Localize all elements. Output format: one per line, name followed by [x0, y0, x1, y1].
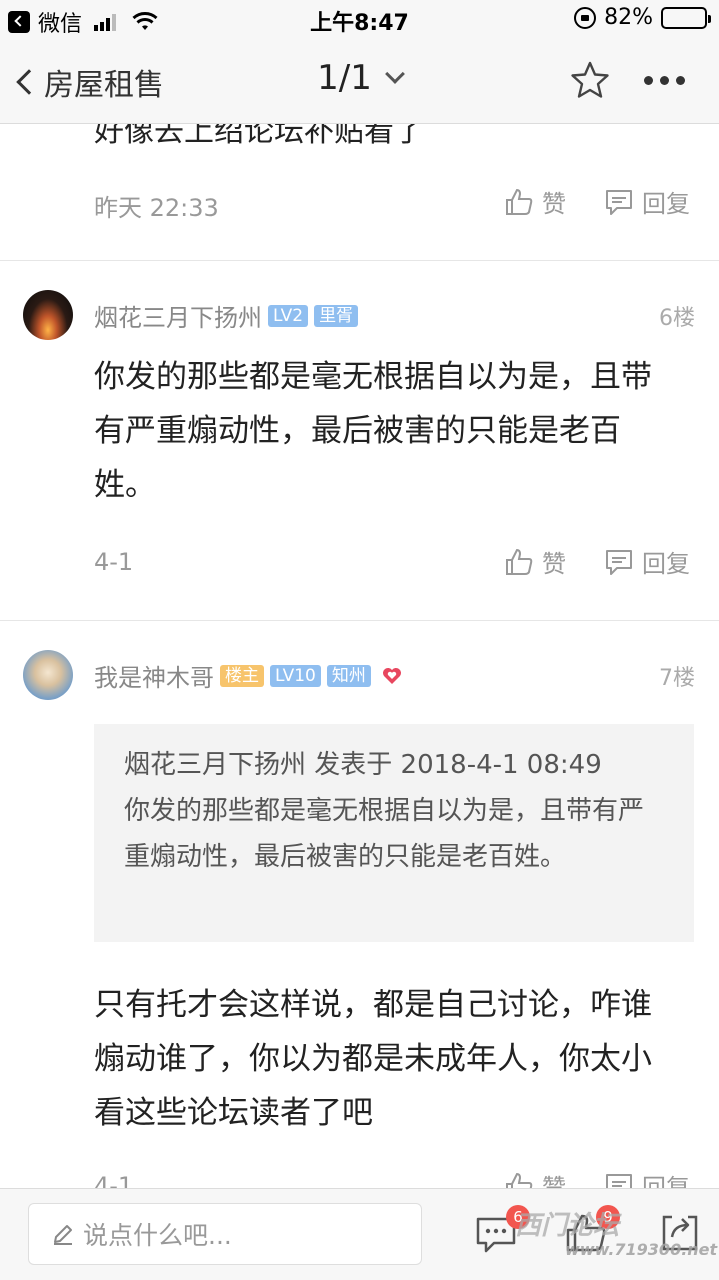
favorite-star-icon[interactable] [570, 60, 610, 100]
like-button[interactable]: 赞 [504, 184, 566, 219]
post-time: 昨天 22:33 [94, 194, 219, 222]
comment-placeholder: 说点什么吧... [83, 1221, 232, 1250]
reply-label: 回复 [642, 1174, 690, 1188]
battery-percent: 82% [604, 5, 653, 30]
quoted-post[interactable]: 烟花三月下扬州 发表于 2018-4-1 08:49 你发的那些都是毫无根据自以… [94, 724, 694, 942]
username[interactable]: 烟花三月下扬州 [94, 298, 262, 333]
level-badge: LV2 [268, 304, 309, 327]
reply-button[interactable]: 回复 [604, 544, 690, 579]
more-options-icon[interactable] [644, 76, 685, 85]
thumbs-up-icon [506, 548, 533, 575]
post-floor-6: 烟花三月下扬州 LV2 里胥 6楼 你发的那些都是毫无根据自以为是，且带有严重煽… [0, 260, 719, 620]
comments-button[interactable]: 6 [474, 1205, 530, 1255]
previous-post-meta: 昨天 22:33 赞 回复 [94, 184, 694, 224]
post-time: 4-1 [94, 548, 134, 576]
heart-icon [382, 667, 401, 684]
chevron-down-icon [384, 64, 405, 84]
watermark-url: www.719300.net [565, 1240, 718, 1259]
post-meta: 4-1 赞 回复 [94, 544, 694, 584]
like-label: 赞 [542, 190, 566, 218]
avatar[interactable] [23, 650, 73, 700]
reply-button[interactable]: 回复 [604, 1168, 690, 1188]
post-time: 4-1 [94, 1172, 134, 1188]
watermark-text: 西门论坛 [515, 1211, 620, 1241]
rank-badge: 知州 [326, 664, 371, 687]
pencil-icon [54, 1225, 72, 1245]
like-button[interactable]: 赞 [504, 1168, 566, 1188]
post-body: 你发的那些都是毫无根据自以为是，且带有严重煽动性，最后被害的只能是老百姓。 [94, 359, 652, 503]
rotation-lock-icon [574, 6, 597, 29]
comment-input[interactable]: 说点什么吧... [28, 1203, 422, 1265]
post-floor-7: 我是神木哥 楼主 LV10 知州 7楼 烟花三月下扬州 发表于 2018-4-1… [0, 620, 719, 1188]
floor-number: 7楼 [659, 666, 695, 691]
level-badge: LV10 [270, 664, 321, 687]
battery-icon [661, 6, 711, 29]
reply-label: 回复 [642, 190, 690, 218]
thumbs-up-icon [506, 1172, 533, 1188]
status-bar: 微信 上午8:47 82% [0, 0, 719, 40]
rank-badge: 里胥 [314, 304, 359, 327]
comment-icon [606, 189, 632, 215]
avatar[interactable] [23, 290, 73, 340]
page-selector[interactable]: 1/1 [0, 58, 719, 98]
post-meta: 4-1 赞 回复 [94, 1168, 694, 1188]
like-button[interactable]: 赞 [504, 544, 566, 579]
reply-button[interactable]: 回复 [604, 184, 690, 219]
like-label: 赞 [542, 550, 566, 578]
previous-post-text: 好像去上绍论坛补贴看了 [94, 124, 424, 149]
username[interactable]: 我是神木哥 [94, 658, 214, 693]
quote-text: 你发的那些都是毫无根据自以为是，且带有严重煽动性，最后被害的只能是老百姓。 [124, 796, 645, 872]
nav-bar: 房屋租售 1/1 [0, 40, 719, 124]
like-label: 赞 [542, 1174, 566, 1188]
page-indicator: 1/1 [317, 58, 372, 98]
comment-icon [606, 549, 632, 575]
watermark-logo: 西门论坛 www.719300.net [515, 1205, 717, 1259]
quote-header: 烟花三月下扬州 发表于 2018-4-1 08:49 [124, 750, 602, 780]
floor-number: 6楼 [659, 306, 695, 331]
thumbs-up-icon [506, 188, 533, 215]
host-badge: 楼主 [220, 664, 264, 687]
comment-icon [606, 1173, 632, 1188]
post-body: 只有托才会这样说，都是自己讨论，咋谁煽动谁了，你以为都是未成年人，你太小看这些论… [94, 987, 652, 1131]
reply-label: 回复 [642, 550, 690, 578]
bottom-bar: 说点什么吧... 6 9 西门论坛 www.719300.net [0, 1188, 719, 1280]
thread-content[interactable]: 好像去上绍论坛补贴看了 昨天 22:33 赞 回复 烟花三月下扬州 LV2 里胥… [0, 124, 719, 1188]
